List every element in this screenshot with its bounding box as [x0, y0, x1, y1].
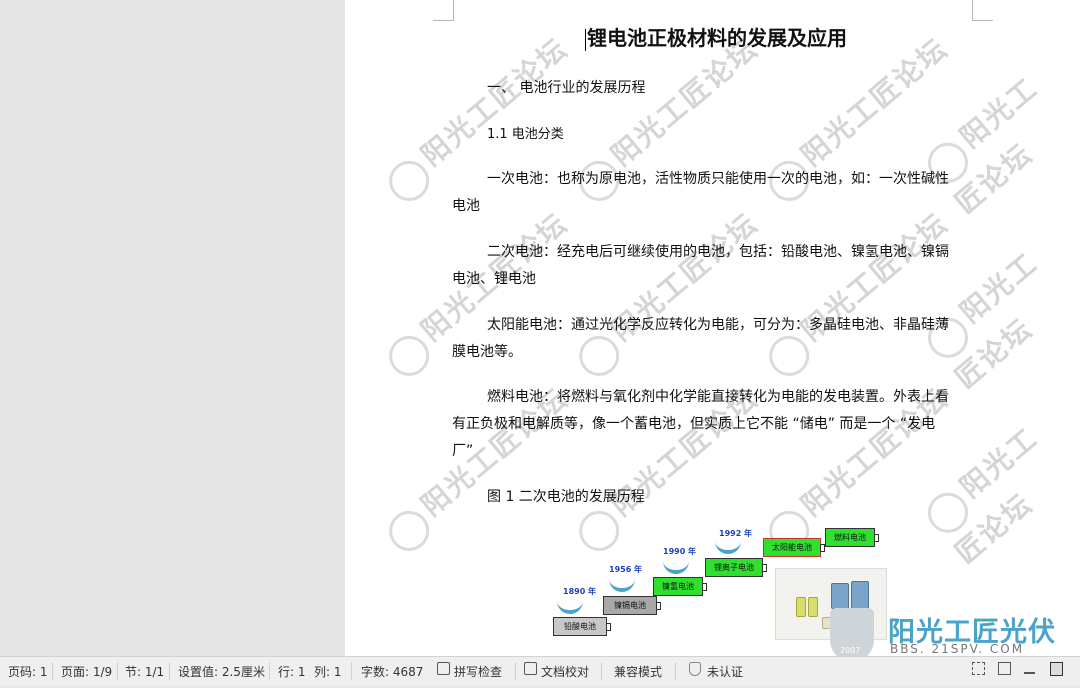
certification-status[interactable]: 未认证	[707, 663, 743, 680]
watermark-logo-icon	[380, 327, 438, 384]
read-mode-icon[interactable]	[998, 662, 1011, 675]
compat-mode[interactable]: 兼容模式	[614, 663, 662, 680]
curved-arrow-icon	[609, 574, 635, 592]
section-indicator[interactable]: 节: 1/1	[125, 663, 164, 680]
document-title[interactable]: 锂电池正极材料的发展及应用	[585, 22, 847, 51]
battery-cell	[851, 581, 869, 609]
paragraph-line[interactable]: 有正负极和电解质等，像一个蓄电池，但实质上它不能 “储电” 而是一个 “发电	[452, 413, 935, 433]
watermark-logo-icon	[919, 484, 976, 541]
left-margin-pane	[0, 0, 345, 656]
watermark: 阳光工匠论坛	[915, 55, 1080, 221]
curved-arrow-icon	[715, 536, 741, 554]
edit-pen-icon[interactable]	[1024, 662, 1035, 674]
heading-1-1[interactable]: 1.1 电池分类	[487, 123, 564, 142]
doc-compare-button[interactable]: 文档校对	[541, 663, 589, 680]
paragraph-line[interactable]: 电池	[452, 195, 480, 215]
page-view-icon[interactable]	[1050, 662, 1063, 676]
battery-step-fuel: 燃料电池	[825, 528, 879, 547]
shield-check-icon[interactable]	[689, 662, 701, 676]
battery-step-lead-acid: 铅酸电池	[553, 617, 611, 636]
watermark: 阳光工匠论坛	[756, 203, 959, 384]
paragraph-line[interactable]: 厂”	[452, 440, 473, 460]
watermark: 阳光工匠论坛	[566, 203, 769, 384]
status-bar: 页码: 1 页面: 1/9 节: 1/1 设置值: 2.5厘米 行: 1 列: …	[0, 656, 1080, 685]
watermark-logo-icon	[760, 327, 818, 384]
battery-cell	[808, 597, 818, 617]
paragraph-line[interactable]: 二次电池：经充电后可继续使用的电池，包括：铅酸电池、镍氢电池、镍镉	[487, 241, 949, 261]
battery-step-solar: 太阳能电池	[763, 538, 825, 557]
paragraph-line[interactable]: 燃料电池：将燃料与氧化剂中化学能直接转化为电能的发电装置。外表上看	[487, 386, 949, 406]
curved-arrow-icon	[663, 556, 689, 574]
row-indicator[interactable]: 行: 1	[278, 663, 306, 680]
watermark-logo-icon	[380, 502, 438, 559]
watermark: 阳光工匠论坛	[915, 405, 1080, 571]
paragraph-line[interactable]: 太阳能电池：通过光化学反应转化为电能，可分为：多晶硅电池、非晶硅薄	[487, 314, 949, 334]
curved-arrow-icon	[557, 596, 583, 614]
document-page[interactable]: 阳光工匠论坛 阳光工匠论坛 阳光工匠论坛 阳光工匠论坛 阳光工匠论坛 阳光工匠论…	[345, 0, 1080, 656]
paragraph-line[interactable]: 一次电池：也称为原电池，活性物质只能使用一次的电池，如：一次性碱性	[487, 168, 949, 188]
page-corner-mark-left	[433, 0, 454, 21]
spell-check-button[interactable]: 拼写检查	[454, 663, 502, 680]
doc-compare-icon[interactable]	[524, 662, 537, 675]
watermark-logo-icon	[380, 152, 438, 209]
column-indicator[interactable]: 列: 1	[314, 663, 342, 680]
fullscreen-icon[interactable]	[972, 662, 985, 675]
battery-step-nicd: 镍镉电池	[603, 596, 661, 615]
shield-logo-icon: 2007	[830, 608, 874, 662]
setting-value[interactable]: 设置值: 2.5厘米	[178, 663, 265, 680]
spell-check-icon[interactable]	[437, 662, 450, 675]
paragraph-line[interactable]: 电池、锂电池	[452, 268, 536, 288]
page-code[interactable]: 页码: 1	[8, 663, 48, 680]
page-indicator[interactable]: 页面: 1/9	[61, 663, 112, 680]
battery-cell	[796, 597, 806, 617]
figure-caption[interactable]: 图 1 二次电池的发展历程	[487, 486, 645, 506]
text-cursor	[585, 28, 586, 51]
paragraph-line[interactable]: 膜电池等。	[452, 341, 522, 361]
battery-step-nimh: 镍氢电池	[653, 577, 707, 596]
page-corner-mark-right	[972, 0, 993, 21]
heading-1[interactable]: 一、 电池行业的发展历程	[487, 77, 645, 97]
battery-step-li-ion: 锂离子电池	[705, 558, 767, 577]
watermark-logo-icon	[570, 327, 628, 384]
word-count[interactable]: 字数: 4687	[361, 663, 423, 680]
